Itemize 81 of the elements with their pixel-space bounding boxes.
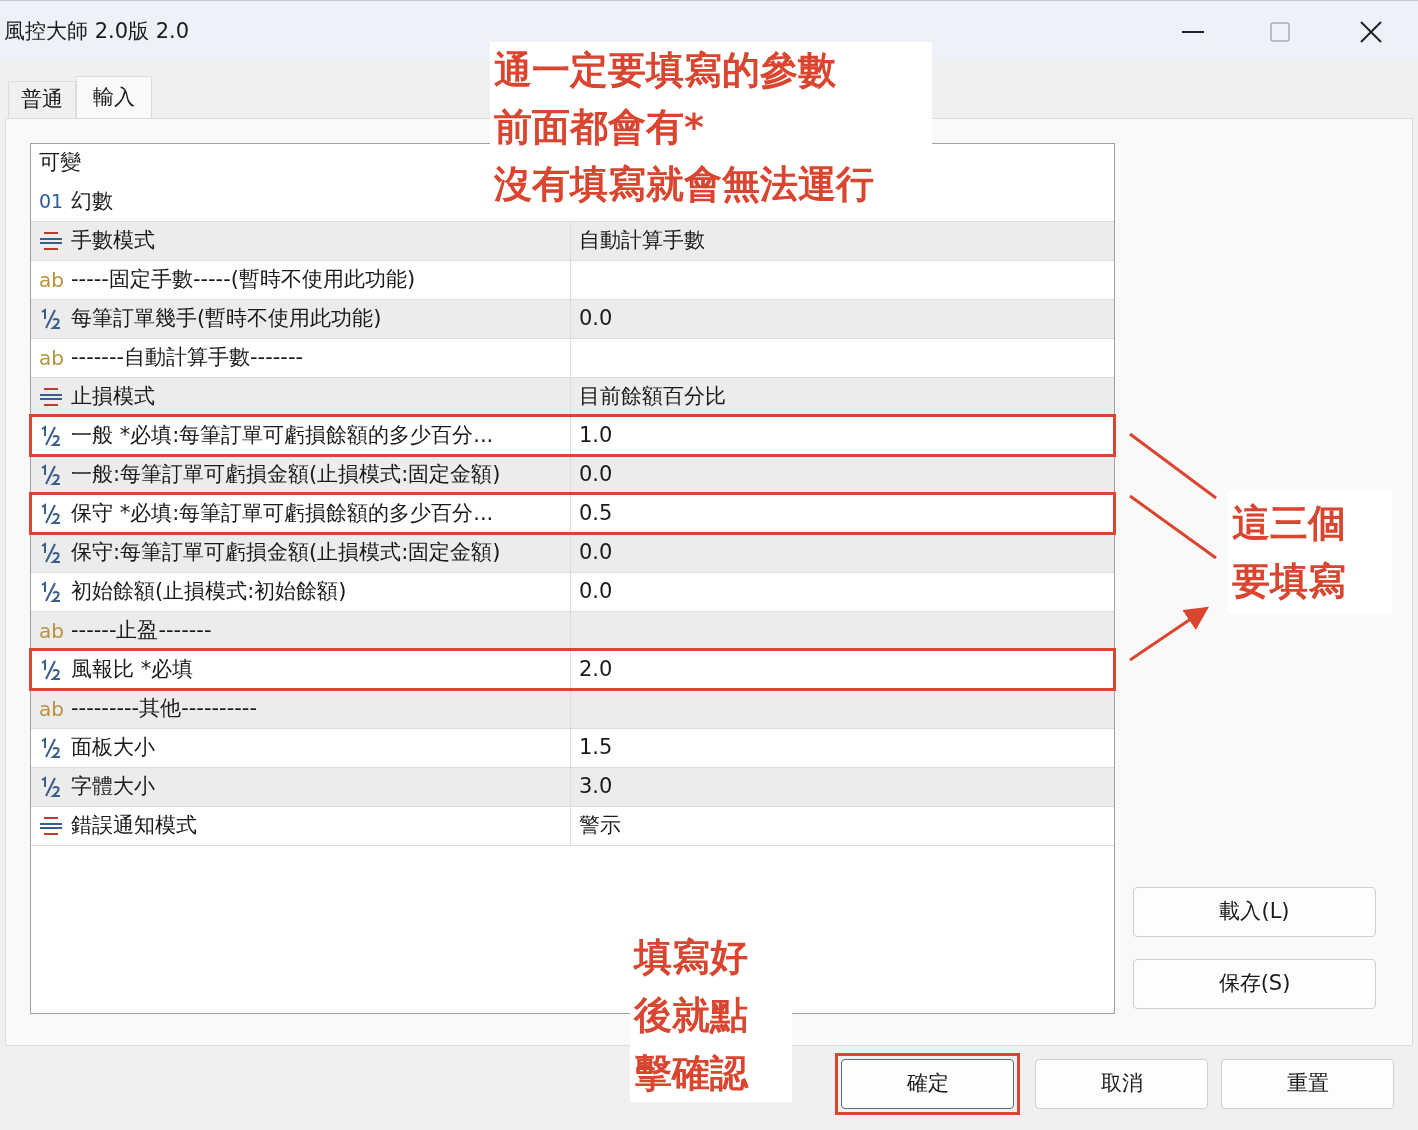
parameter-name: 面板大小 bbox=[71, 734, 155, 762]
annotation-text: 前面都會有* bbox=[494, 104, 705, 151]
side-button[interactable]: 載入(L) bbox=[1133, 887, 1376, 937]
parameter-row[interactable]: 一般 *必填:每筆訂單可虧損餘額的多少百分... 1.0 bbox=[31, 416, 1114, 455]
text-icon: ab bbox=[39, 270, 67, 290]
fraction-icon bbox=[39, 658, 63, 682]
list-icon bbox=[39, 230, 63, 252]
parameter-row[interactable]: 錯誤通知模式 警示 bbox=[31, 806, 1114, 845]
parameter-row[interactable]: ab -----固定手數-----(暫時不使用此功能) bbox=[31, 260, 1114, 299]
parameter-row[interactable]: ab ------止盈------- bbox=[31, 611, 1114, 650]
parameter-value[interactable]: 1.0 bbox=[579, 420, 613, 452]
parameter-value[interactable]: 0.0 bbox=[579, 303, 613, 335]
list-icon bbox=[39, 815, 63, 837]
parameter-value[interactable]: 0.0 bbox=[579, 576, 613, 608]
text-icon: ab bbox=[39, 621, 67, 641]
dialog-button[interactable]: 確定 bbox=[841, 1059, 1014, 1109]
parameter-value[interactable]: 0.5 bbox=[579, 498, 613, 530]
text-icon: ab bbox=[39, 348, 67, 368]
fraction-icon bbox=[39, 541, 63, 565]
parameter-value[interactable]: 0.0 bbox=[579, 459, 613, 491]
window-title: 風控大師 2.0版 2.0 bbox=[4, 17, 191, 45]
parameter-name: 風報比 *必填 bbox=[71, 656, 194, 684]
tab[interactable]: 普通 bbox=[8, 81, 76, 118]
parameter-row[interactable]: ab -------自動計算手數------- bbox=[31, 338, 1114, 377]
parameter-value[interactable]: 目前餘額百分比 bbox=[579, 381, 726, 413]
parameter-name: 一般:每筆訂單可虧損金額(止損模式:固定金額) bbox=[71, 461, 501, 489]
parameter-name: 手數模式 bbox=[71, 227, 155, 255]
annotation-text: 通一定要填寫的參數 bbox=[494, 47, 837, 94]
parameter-row[interactable]: 手數模式 自動計算手數 bbox=[31, 221, 1114, 260]
dialog-button[interactable]: 重置 bbox=[1221, 1059, 1394, 1109]
tab[interactable]: 輸入 bbox=[76, 76, 152, 119]
parameter-row[interactable]: 初始餘額(止損模式:初始餘額) 0.0 bbox=[31, 572, 1114, 611]
parameter-name: 每筆訂單幾手(暫時不使用此功能) bbox=[71, 305, 382, 333]
parameter-row[interactable]: 止損模式 目前餘額百分比 bbox=[31, 377, 1114, 416]
group-label: 可變 bbox=[39, 149, 81, 177]
close-icon[interactable] bbox=[1360, 20, 1382, 43]
parameter-value[interactable]: 自動計算手數 bbox=[579, 225, 705, 257]
parameter-row[interactable]: 保守 *必填:每筆訂單可虧損餘額的多少百分... 0.5 bbox=[31, 494, 1114, 533]
dialog-button[interactable]: 取消 bbox=[1035, 1059, 1208, 1109]
parameter-row[interactable]: 一般:每筆訂單可虧損金額(止損模式:固定金額) 0.0 bbox=[31, 455, 1114, 494]
annotation-text: 沒有填寫就會無法運行 bbox=[494, 161, 875, 208]
parameter-name: ---------其他---------- bbox=[71, 695, 257, 723]
parameter-value[interactable]: 1.5 bbox=[579, 732, 613, 764]
fraction-icon bbox=[39, 307, 63, 331]
minimize-icon[interactable] bbox=[1182, 29, 1204, 34]
parameter-value[interactable]: 警示 bbox=[579, 810, 621, 842]
fraction-icon bbox=[39, 502, 63, 526]
parameter-name: 一般 *必填:每筆訂單可虧損餘額的多少百分... bbox=[71, 422, 494, 450]
annotation-text: 填寫好 bbox=[634, 934, 749, 981]
parameter-name: 錯誤通知模式 bbox=[71, 812, 197, 840]
fraction-icon bbox=[39, 775, 63, 799]
parameter-name: 保守 *必填:每筆訂單可虧損餘額的多少百分... bbox=[71, 500, 494, 528]
parameter-row[interactable]: 字體大小 3.0 bbox=[31, 767, 1114, 806]
parameter-name: -----固定手數-----(暫時不使用此功能) bbox=[71, 266, 416, 294]
parameter-name: 字體大小 bbox=[71, 773, 155, 801]
parameter-name: 保守:每筆訂單可虧損金額(止損模式:固定金額) bbox=[71, 539, 501, 567]
fraction-icon bbox=[39, 463, 63, 487]
parameter-value[interactable]: 3.0 bbox=[579, 771, 613, 803]
parameter-value[interactable]: 0.0 bbox=[579, 537, 613, 569]
parameter-name: 幻數 bbox=[71, 187, 113, 215]
parameter-row[interactable]: 面板大小 1.5 bbox=[31, 728, 1114, 767]
list-icon bbox=[39, 386, 63, 408]
parameter-row[interactable]: 保守:每筆訂單可虧損金額(止損模式:固定金額) 0.0 bbox=[31, 533, 1114, 572]
parameter-name: -------自動計算手數------- bbox=[71, 344, 304, 372]
annotation-text: 後就點 bbox=[634, 992, 749, 1039]
fraction-icon bbox=[39, 424, 63, 448]
parameter-value[interactable]: 2.0 bbox=[579, 654, 613, 686]
parameter-row[interactable]: 風報比 *必填 2.0 bbox=[31, 650, 1114, 689]
parameter-row[interactable]: ab ---------其他---------- bbox=[31, 689, 1114, 728]
parameter-name: 止損模式 bbox=[71, 383, 155, 411]
fraction-icon bbox=[39, 736, 63, 760]
parameter-name: 初始餘額(止損模式:初始餘額) bbox=[71, 578, 347, 606]
side-button[interactable]: 保存(S) bbox=[1133, 959, 1376, 1009]
fraction-icon bbox=[39, 580, 63, 604]
text-icon: ab bbox=[39, 699, 67, 719]
annotation-text: 這三個 bbox=[1232, 500, 1347, 547]
annotation-text: 要填寫 bbox=[1232, 558, 1347, 605]
parameter-name: ------止盈------- bbox=[71, 617, 212, 645]
integer-icon: 01 bbox=[39, 187, 67, 216]
parameter-row[interactable]: 每筆訂單幾手(暫時不使用此功能) 0.0 bbox=[31, 299, 1114, 338]
annotation-text: 擊確認 bbox=[634, 1050, 750, 1097]
